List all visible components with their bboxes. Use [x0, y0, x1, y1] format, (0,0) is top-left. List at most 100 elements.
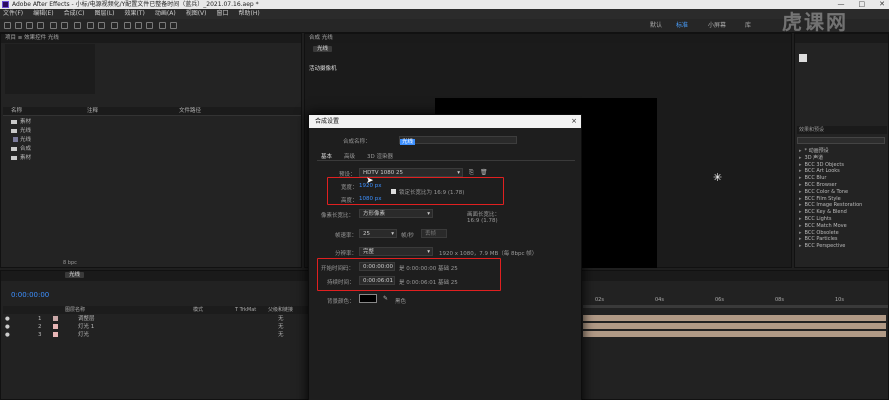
effects-presets-header[interactable]: 效果和预设: [797, 126, 887, 134]
menu-layer[interactable]: 图层(L): [95, 9, 115, 19]
column-file-path[interactable]: 文件路径: [179, 107, 201, 116]
layer-duration-bar[interactable]: [583, 323, 886, 329]
info-panel-header[interactable]: [795, 34, 888, 43]
viewer-tab[interactable]: 光线: [313, 45, 333, 54]
effects-list: ▸ * 动画预设 ▸ 3D 声道 ▸ BCC 3D Objects ▸ BCC Art …: [797, 148, 887, 250]
menu-window[interactable]: 窗口: [216, 9, 228, 19]
maximize-button[interactable]: □: [859, 0, 866, 9]
visibility-eye-icon[interactable]: ●: [5, 315, 10, 323]
column-name[interactable]: 名称: [11, 107, 22, 116]
layer-color-label[interactable]: [53, 324, 58, 329]
layer-row[interactable]: ● 3 灯光 无: [3, 331, 309, 339]
zoom-tool-icon[interactable]: [37, 22, 44, 29]
project-panel-header[interactable]: 项目 ≡ 效果控件 光线: [1, 34, 301, 43]
pixel-aspect-dropdown[interactable]: 方形像素 ▾: [359, 209, 433, 218]
column-parent[interactable]: 父级和链接: [268, 306, 293, 314]
workspace-small-screen[interactable]: 小屏幕: [708, 20, 726, 32]
pan-behind-tool-icon[interactable]: [74, 22, 81, 29]
layer-duration-bar[interactable]: [583, 331, 886, 337]
layer-color-label[interactable]: [53, 332, 58, 337]
background-color-swatch[interactable]: [359, 294, 377, 303]
start-timecode-input[interactable]: 0:00:00:00: [359, 262, 395, 271]
resolution-dropdown[interactable]: 完整 ▾: [359, 247, 433, 256]
selection-tool-icon[interactable]: [15, 22, 22, 29]
bit-depth-label[interactable]: 8 bpc: [63, 260, 77, 266]
effect-category[interactable]: ▸ BCC 3D Objects: [797, 162, 887, 169]
work-area-bar[interactable]: [583, 305, 888, 308]
current-timecode[interactable]: 0:00:00:00: [11, 291, 49, 299]
workspace-default[interactable]: 默认: [650, 20, 662, 32]
project-item[interactable]: 素材: [3, 118, 301, 127]
menu-effect[interactable]: 效果(T): [125, 9, 145, 19]
layer-row[interactable]: ● 1 调整层 无: [3, 315, 309, 323]
rotate-tool-icon[interactable]: [50, 22, 57, 29]
effect-category[interactable]: ▸ BCC Color & Tone: [797, 189, 887, 196]
menu-file[interactable]: 文件(F): [3, 9, 23, 19]
roto-tool-icon[interactable]: [159, 22, 166, 29]
save-preset-icon[interactable]: ⎘: [469, 169, 474, 177]
effect-category[interactable]: ▸ BCC Match Move: [797, 223, 887, 230]
frame-rate-dropdown[interactable]: 25 ▾: [359, 229, 397, 238]
menu-edit[interactable]: 编辑(E): [33, 9, 53, 19]
visibility-eye-icon[interactable]: ●: [5, 323, 10, 331]
effect-category[interactable]: ▸ BCC Image Restoration: [797, 202, 887, 209]
effects-search-input[interactable]: [797, 137, 885, 144]
project-item[interactable]: 光线: [3, 136, 301, 145]
column-comment[interactable]: 注释: [87, 107, 98, 116]
effect-category[interactable]: ▸ BCC Particles: [797, 236, 887, 243]
home-tool-icon[interactable]: [4, 22, 11, 29]
menu-help[interactable]: 帮助(H): [239, 9, 260, 19]
workspace-standard[interactable]: 标准: [676, 20, 688, 32]
effect-category[interactable]: ▸ BCC Perspective: [797, 243, 887, 250]
column-trkmat[interactable]: T TrkMat: [235, 306, 256, 314]
column-layer-name[interactable]: 图层名称: [65, 306, 85, 314]
background-color-name: 黑色: [395, 299, 407, 305]
effect-category[interactable]: ▸ BCC Lights: [797, 216, 887, 223]
duration-input[interactable]: 0:00:06:01: [359, 276, 395, 285]
brush-tool-icon[interactable]: [124, 22, 131, 29]
delete-preset-icon[interactable]: 🗑: [480, 169, 488, 176]
clone-tool-icon[interactable]: [135, 22, 142, 29]
project-item[interactable]: 素材: [3, 154, 301, 163]
camera-tool-icon[interactable]: [61, 22, 68, 29]
height-value[interactable]: 1080 px: [359, 196, 382, 202]
drop-frame-dropdown[interactable]: 丢帧: [421, 229, 447, 238]
project-item[interactable]: 合成: [3, 145, 301, 154]
hand-tool-icon[interactable]: [26, 22, 33, 29]
effect-category[interactable]: ▸ * 动画预设: [797, 148, 887, 155]
effect-category[interactable]: ▸ BCC Blur: [797, 175, 887, 182]
time-ruler[interactable]: 02s 04s 06s 08s 10s: [583, 297, 888, 305]
layer-color-label[interactable]: [53, 316, 58, 321]
eyedropper-icon[interactable]: ✎: [383, 295, 388, 302]
effect-category[interactable]: ▸ BCC Obsolete: [797, 230, 887, 237]
folder-icon: [11, 119, 17, 124]
viewer-header[interactable]: 合成 光线: [305, 34, 791, 43]
effect-category[interactable]: ▸ BCC Film Style: [797, 196, 887, 203]
menu-view[interactable]: 视图(V): [186, 9, 207, 19]
comp-name-input[interactable]: 光线: [399, 136, 517, 145]
pen-tool-icon[interactable]: [98, 22, 105, 29]
effect-category[interactable]: ▸ BCC Key & Blend: [797, 209, 887, 216]
layer-row[interactable]: ● 2 灯光 1 无: [3, 323, 309, 331]
puppet-tool-icon[interactable]: [170, 22, 177, 29]
column-mode[interactable]: 模式: [193, 306, 203, 314]
effect-category[interactable]: ▸ 3D 声道: [797, 155, 887, 162]
lock-aspect-checkbox[interactable]: [391, 189, 396, 194]
tabs-divider: [317, 160, 575, 161]
color-swatch[interactable]: [799, 54, 807, 62]
timeline-tab[interactable]: 光线: [65, 272, 85, 278]
project-item[interactable]: 光线: [3, 127, 301, 136]
type-tool-icon[interactable]: [111, 22, 118, 29]
effect-category[interactable]: ▸ BCC Art Looks: [797, 168, 887, 175]
effect-category[interactable]: ▸ BCC Browser: [797, 182, 887, 189]
workspace-library[interactable]: 库: [745, 20, 751, 32]
visibility-eye-icon[interactable]: ●: [5, 331, 10, 339]
eraser-tool-icon[interactable]: [146, 22, 153, 29]
dialog-close-button[interactable]: ×: [571, 115, 577, 128]
preset-dropdown[interactable]: HDTV 1080 25 ▾: [359, 168, 463, 177]
menu-composition[interactable]: 合成(C): [64, 9, 85, 19]
close-window-button[interactable]: ✕: [879, 0, 885, 9]
layer-duration-bar[interactable]: [583, 315, 886, 321]
mask-tool-icon[interactable]: [87, 22, 94, 29]
menu-animation[interactable]: 动画(A): [155, 9, 176, 19]
